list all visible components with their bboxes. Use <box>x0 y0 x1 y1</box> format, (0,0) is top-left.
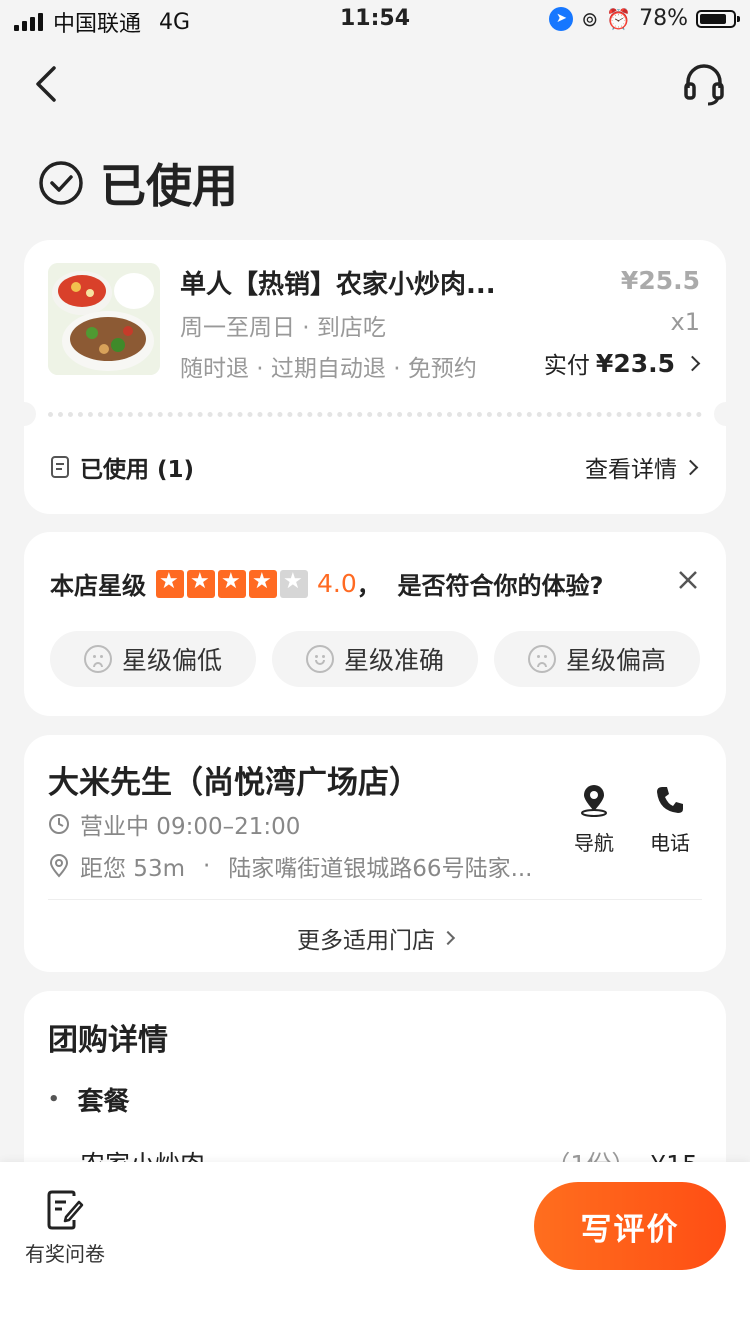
call-label: 电话 <box>650 831 690 855</box>
status-bar: 中国联通 4G 11:54 ➤ ⊚ ⏰ 78% <box>0 0 750 40</box>
store-address: 陆家嘴街道银城路66号陆家... <box>228 856 533 882</box>
store-hours: 营业中 09:00–21:00 <box>80 814 301 840</box>
status-title: 已使用 <box>100 159 238 213</box>
rating-too-high-button[interactable]: 星级偏高 <box>494 631 700 687</box>
section-title: 套餐 <box>77 1087 130 1117</box>
chevron-left-icon <box>36 66 56 102</box>
close-icon <box>679 571 697 589</box>
star-icon <box>156 569 184 598</box>
smile-face-icon <box>305 645 334 673</box>
bottom-action-bar: 有奖问卷 写评价 <box>0 1162 750 1334</box>
chevron-right-icon <box>440 930 456 946</box>
star-rating <box>156 569 311 598</box>
option-label: 星级准确 <box>343 646 444 675</box>
star-icon <box>249 569 277 598</box>
battery-icon <box>696 9 740 28</box>
product-schedule: 周一至周日 · 到店吃 <box>180 315 386 341</box>
separator-dot: · <box>202 853 211 879</box>
sad-face-icon <box>83 645 112 673</box>
status-right: ➤ ⊚ ⏰ 78% <box>549 6 740 31</box>
paid-value: ¥23.5 <box>595 348 675 378</box>
divider <box>48 899 702 900</box>
original-price: ¥25.5 <box>620 266 700 295</box>
write-review-button[interactable]: 写评价 <box>534 1182 726 1270</box>
rotation-lock-icon: ⊚ <box>581 6 599 31</box>
product-card[interactable]: 单人【热销】农家小炒肉... ¥25.5 周一至周日 · 到店吃 x1 随时退 … <box>12 240 738 514</box>
used-label: 已使用 (1) <box>80 457 195 483</box>
bullet-icon: • <box>48 1089 60 1110</box>
option-label: 星级偏低 <box>121 646 222 675</box>
store-distance: 距您 53m <box>80 856 185 882</box>
survey-label: 有奖问卷 <box>25 1242 105 1266</box>
ticket-divider <box>12 402 738 426</box>
more-stores-label: 更多适用门店 <box>297 928 435 954</box>
section-row: • 套餐 <box>48 1081 130 1118</box>
product-tags: 随时退 · 过期自动退 · 免预约 <box>180 356 477 382</box>
store-address-row: 距您 53m · 陆家嘴街道银城路66号陆家... <box>48 849 533 883</box>
rating-row: 本店星级 4.0 ， 是否符合你的体验? <box>50 566 603 601</box>
store-hours-row: 营业中 09:00–21:00 <box>48 807 300 841</box>
rating-card: 本店星级 4.0 ， 是否符合你的体验? 星级偏低 星级准确 星级偏高 <box>24 532 726 716</box>
more-stores-link[interactable]: 更多适用门店 <box>24 921 726 955</box>
star-icon <box>280 569 308 598</box>
navigation-pin-icon <box>581 785 607 817</box>
headset-icon <box>684 64 724 106</box>
view-details-link[interactable]: 查看详情 <box>585 450 699 484</box>
store-card: 大米先生（尚悦湾广场店） 营业中 09:00–21:00 距您 53m · 陆家… <box>24 735 726 972</box>
group-buy-title: 团购详情 <box>48 1023 168 1058</box>
document-icon <box>51 456 69 478</box>
back-button[interactable] <box>30 62 70 106</box>
rating-prefix: 本店星级 <box>50 572 146 600</box>
paid-amount[interactable]: 实付 ¥23.5 <box>543 346 701 380</box>
option-label: 星级偏高 <box>565 646 666 675</box>
battery-percent: 78% <box>639 6 688 31</box>
check-circle-icon <box>39 161 83 205</box>
order-status: 已使用 <box>38 150 238 216</box>
rating-too-low-button[interactable]: 星级偏低 <box>50 631 256 687</box>
view-details-label: 查看详情 <box>585 457 677 483</box>
product-name: 单人【热销】农家小炒肉... <box>180 270 496 300</box>
store-name[interactable]: 大米先生（尚悦湾广场店） <box>48 757 420 802</box>
star-icon <box>187 569 215 598</box>
close-button[interactable] <box>676 568 700 592</box>
sad-face-icon <box>527 645 556 673</box>
location-icon: ➤ <box>549 6 574 31</box>
rating-score: 4.0 <box>317 569 357 598</box>
call-button[interactable]: 电话 <box>646 783 694 856</box>
product-quantity: x1 <box>670 308 700 336</box>
survey-edit-icon <box>47 1190 84 1230</box>
navigate-button[interactable]: 导航 <box>570 783 618 856</box>
chevron-right-icon <box>682 459 699 475</box>
paid-label: 实付 <box>543 353 590 379</box>
star-icon <box>218 569 246 598</box>
used-count: 已使用 (1) <box>50 450 194 484</box>
customer-service-button[interactable] <box>682 62 726 106</box>
rating-accurate-button[interactable]: 星级准确 <box>272 631 478 687</box>
alarm-icon: ⏰ <box>606 6 632 31</box>
location-pin-icon <box>49 854 69 878</box>
rating-question: ， 是否符合你的体验? <box>356 572 604 600</box>
clock-icon <box>49 814 69 834</box>
survey-button[interactable]: 有奖问卷 <box>20 1190 110 1267</box>
phone-icon <box>657 787 683 813</box>
chevron-right-icon <box>684 355 701 371</box>
product-image <box>48 263 160 375</box>
navigate-label: 导航 <box>574 831 614 855</box>
